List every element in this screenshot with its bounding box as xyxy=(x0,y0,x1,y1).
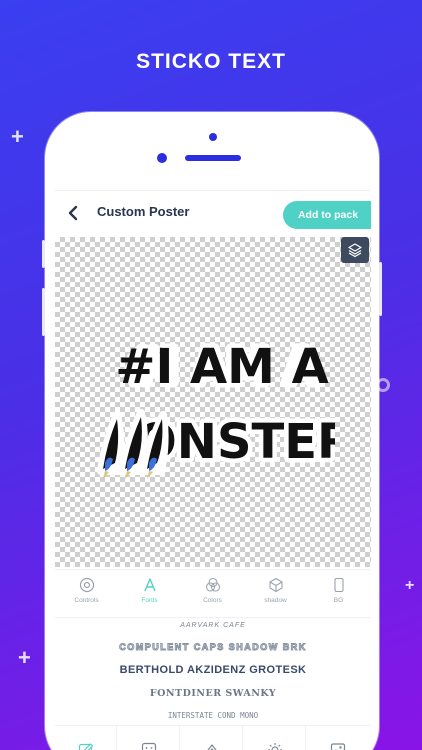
page-title: Custom Poster xyxy=(97,204,190,219)
phone-frame: Custom Poster Add to pack #I AM A #I AM … xyxy=(42,112,382,750)
tab-fonts[interactable]: Fonts xyxy=(118,576,181,604)
edit-text-button[interactable] xyxy=(55,726,117,750)
tool-tabs: Controls Fonts Colors shadow BG xyxy=(55,569,371,617)
top-bar: Custom Poster Add to pack xyxy=(55,191,371,235)
plus-decoration-icon: + xyxy=(18,645,31,670)
front-sensor xyxy=(209,133,217,141)
layers-icon xyxy=(348,243,362,258)
tab-label: Controls xyxy=(74,597,99,604)
font-option[interactable]: COMPULENT CAPS SHADOW BRK xyxy=(55,642,371,653)
image-icon xyxy=(330,743,346,750)
fonts-icon xyxy=(143,578,156,592)
controls-icon xyxy=(79,577,94,593)
tab-colors[interactable]: Colors xyxy=(181,576,244,604)
phone-side-button xyxy=(42,288,45,336)
font-option[interactable]: AARVARK CAFE xyxy=(55,622,371,629)
tab-shadow[interactable]: shadow xyxy=(244,576,307,604)
tab-controls[interactable]: Controls xyxy=(55,576,118,604)
font-option[interactable]: INTERSTATE COND MONO xyxy=(55,711,371,720)
tab-bg[interactable]: BG xyxy=(307,576,370,604)
sticker-icon xyxy=(141,742,156,750)
effects-icon xyxy=(206,744,217,750)
tab-label: Colors xyxy=(203,597,222,604)
plus-decoration-icon: + xyxy=(405,577,415,594)
edit-icon xyxy=(78,743,93,750)
brightness-icon xyxy=(267,743,282,750)
colors-icon xyxy=(205,577,220,592)
sticker-line1: #I AM A xyxy=(115,339,329,395)
phone-side-button xyxy=(42,240,45,268)
bottom-toolbar xyxy=(55,725,371,750)
font-option[interactable]: BERTHOLD AKZIDENZ GROTESK xyxy=(55,664,371,676)
tab-label: shadow xyxy=(264,597,287,604)
phone-side-button xyxy=(379,262,382,316)
tab-label: BG xyxy=(333,597,344,604)
plus-decoration-icon: + xyxy=(11,124,24,149)
add-to-pack-button[interactable]: Add to pack xyxy=(283,201,371,229)
font-option[interactable]: FONTDINER SWANKY xyxy=(55,688,371,699)
front-camera xyxy=(157,153,167,163)
shadow-icon xyxy=(268,577,283,593)
image-button[interactable] xyxy=(307,726,369,750)
font-list: AARVARK CAFE COMPULENT CAPS SHADOW BRK B… xyxy=(55,617,371,725)
bg-icon xyxy=(333,577,344,593)
banner-title: STICKO TEXT xyxy=(136,50,286,73)
effects-button[interactable] xyxy=(181,726,243,750)
layers-button[interactable] xyxy=(341,237,369,263)
sticker-artwork[interactable]: #I AM A #I AM A ONSTER ONSTER xyxy=(95,331,335,481)
sticker-canvas[interactable]: #I AM A #I AM A ONSTER ONSTER xyxy=(55,237,371,567)
earpiece-speaker xyxy=(185,155,241,161)
sticker-button[interactable] xyxy=(118,726,180,750)
back-arrow-icon[interactable] xyxy=(65,203,83,223)
app-screen: Custom Poster Add to pack #I AM A #I AM … xyxy=(55,190,371,750)
brightness-button[interactable] xyxy=(244,726,306,750)
tab-label: Fonts xyxy=(141,597,158,604)
claw-m-icon xyxy=(97,409,169,479)
